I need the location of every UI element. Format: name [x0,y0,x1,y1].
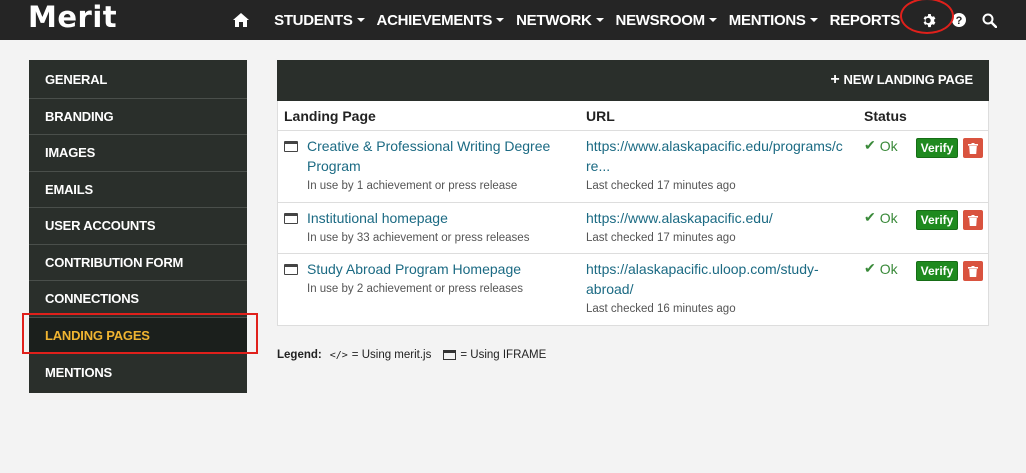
verify-button[interactable]: Verify [916,210,958,230]
chevron-down-icon [496,18,505,22]
sidebar-item-emails[interactable]: EMAILS [29,172,247,208]
merit-logo[interactable]: Merit [28,0,117,36]
verify-button[interactable]: Verify [916,138,958,158]
chevron-down-icon [595,18,604,22]
iframe-icon [443,350,457,360]
table-row: Institutional homepage In use by 33 achi… [278,203,988,254]
landing-page-name[interactable]: Institutional homepage [307,208,577,228]
delete-button[interactable] [963,210,983,230]
legend-label: Legend: [277,349,322,361]
settings-sidebar: GENERAL BRANDING IMAGES EMAILS USER ACCO… [29,60,247,393]
table-row: Study Abroad Program Homepage In use by … [278,254,988,325]
code-icon: </> [329,349,348,361]
panel-header: + NEW LANDING PAGE [277,60,989,101]
home-icon[interactable] [232,11,250,29]
plus-icon: + [830,71,840,88]
sidebar-item-mentions[interactable]: MENTIONS [29,354,247,391]
trash-icon [968,214,978,226]
checkmark-icon: ✔ [864,260,876,276]
new-landing-page-label: NEW LANDING PAGE [843,72,974,87]
status-text: Ok [879,209,898,226]
legend-iframe: = Using IFRAME [460,349,547,361]
sidebar-item-general[interactable]: GENERAL [29,62,247,99]
landing-page-usage: In use by 33 achievement or press releas… [307,232,530,244]
main-nav: STUDENTS ACHIEVEMENTS NETWORK NEWSROOM M… [232,0,1026,40]
help-icon[interactable]: ? [950,11,968,29]
verify-button[interactable]: Verify [916,261,958,281]
trash-icon [968,265,978,277]
column-header-landing-page: Landing Page [284,108,376,124]
status-badge: ✔ Ok [864,260,898,277]
delete-button[interactable] [963,261,983,281]
landing-page-name[interactable]: Study Abroad Program Homepage [307,259,577,279]
sidebar-item-branding[interactable]: BRANDING [29,99,247,135]
svg-text:?: ? [956,15,963,27]
nav-achievements[interactable]: ACHIEVEMENTS [377,12,505,29]
iframe-icon [284,141,298,152]
delete-button[interactable] [963,138,983,158]
sidebar-item-landing-pages[interactable]: LANDING PAGES [29,317,247,354]
chevron-down-icon [356,18,365,22]
nav-students[interactable]: STUDENTS [274,11,365,29]
sidebar-item-connections[interactable]: CONNECTIONS [29,281,247,318]
status-badge: ✔ Ok [864,137,898,154]
nav-newsroom-label: NEWSROOM [615,11,706,29]
iframe-icon [284,213,298,224]
nav-students-label: STUDENTS [274,11,353,29]
nav-newsroom[interactable]: NEWSROOM [616,12,717,29]
nav-mentions[interactable]: MENTIONS [729,12,818,29]
landing-page-name[interactable]: Creative & Professional Writing Degree P… [307,136,577,176]
nav-mentions-label: MENTIONS [728,11,806,29]
landing-page-url[interactable]: https://www.alaskapacific.edu/ [586,208,846,228]
checkmark-icon: ✔ [864,209,876,225]
column-header-status: Status [864,108,907,124]
landing-page-usage: In use by 1 achievement or press release [307,180,518,192]
last-checked: Last checked 16 minutes ago [586,303,736,315]
landing-pages-table: Landing Page URL Status Creative & Profe… [277,101,989,326]
landing-page-url[interactable]: https://alaskapacific.uloop.com/study-ab… [586,259,826,299]
landing-page-url[interactable]: https://www.alaskapacific.edu/programs/c… [586,136,846,176]
landing-page-usage: In use by 2 achievement or press release… [307,283,524,295]
last-checked: Last checked 17 minutes ago [586,180,736,192]
trash-icon [968,142,978,154]
iframe-icon [284,264,298,275]
legend-merit-js: = Using merit.js [351,349,432,361]
status-text: Ok [879,260,898,277]
new-landing-page-button[interactable]: + NEW LANDING PAGE [830,71,974,88]
search-icon[interactable] [980,11,998,29]
last-checked: Last checked 17 minutes ago [586,232,736,244]
sidebar-item-images[interactable]: IMAGES [29,135,247,172]
top-navbar: Merit STUDENTS ACHIEVEMENTS NETWORK NEWS… [0,0,1026,40]
gear-icon[interactable] [900,0,954,34]
legend: Legend: </> = Using merit.js = Using IFR… [277,349,546,361]
sidebar-item-contribution-form[interactable]: CONTRIBUTION FORM [29,245,247,281]
nav-reports-label: REPORTS [829,11,901,29]
table-row: Creative & Professional Writing Degree P… [278,131,988,203]
status-badge: ✔ Ok [864,209,898,226]
column-header-url: URL [586,108,615,124]
sidebar-item-user-accounts[interactable]: USER ACCOUNTS [29,208,247,245]
checkmark-icon: ✔ [864,137,876,153]
table-header: Landing Page URL Status [278,101,988,131]
nav-network-label: NETWORK [516,11,592,29]
nav-reports[interactable]: REPORTS [829,11,901,29]
nav-achievements-label: ACHIEVEMENTS [376,11,493,29]
chevron-down-icon [809,18,818,22]
nav-network[interactable]: NETWORK [516,11,604,29]
chevron-down-icon [708,18,717,22]
status-text: Ok [879,137,898,154]
